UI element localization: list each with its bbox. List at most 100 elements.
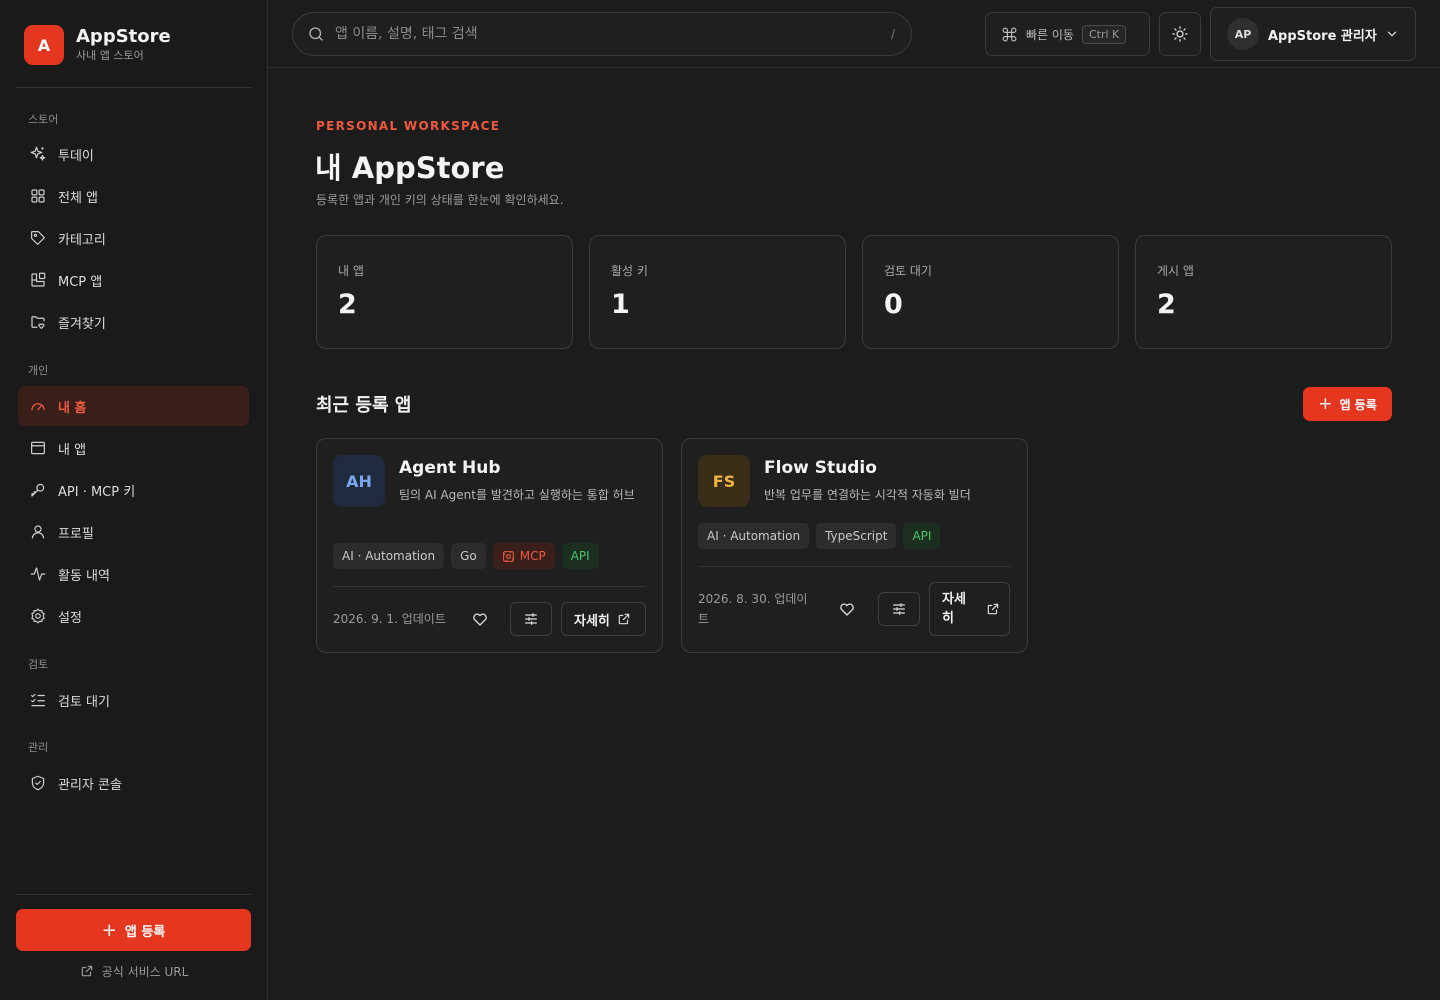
favorite-heart-icon[interactable] bbox=[838, 600, 856, 618]
brand-name: AppStore bbox=[76, 26, 171, 47]
official-service-link-label: 공식 서비스 URL bbox=[101, 964, 189, 979]
stat-label: 게시 앱 bbox=[1157, 264, 1194, 278]
sidebar-item-review-pending[interactable]: 검토 대기 bbox=[18, 680, 249, 720]
recent-apps-title: 최근 등록 앱 bbox=[316, 395, 412, 416]
app-detail-button[interactable]: 자세히 bbox=[561, 602, 646, 636]
quick-nav-button[interactable]: 빠른 이동 Ctrl K bbox=[985, 12, 1150, 56]
sidebar-item-today[interactable]: 투데이 bbox=[18, 134, 249, 174]
app-icon: AH bbox=[333, 455, 385, 507]
tag[interactable]: Go bbox=[451, 543, 486, 569]
sidebar-item-label: 내 홈 bbox=[58, 400, 87, 416]
sidebar-register-app-button[interactable]: + 앱 등록 bbox=[16, 909, 251, 951]
register-app-label: 앱 등록 bbox=[1339, 397, 1377, 412]
page-description: 등록한 앱과 개인 키의 상태를 한눈에 확인하세요. bbox=[316, 193, 564, 207]
stat-label: 검토 대기 bbox=[884, 264, 932, 278]
app-detail-button[interactable]: 자세히 bbox=[929, 582, 1010, 636]
app-settings-button[interactable] bbox=[510, 602, 552, 636]
stat-value: 0 bbox=[884, 289, 903, 320]
register-app-button[interactable]: + 앱 등록 bbox=[1303, 387, 1392, 421]
official-service-link[interactable]: 공식 서비스 URL bbox=[0, 962, 268, 980]
quick-nav-label: 빠른 이동 bbox=[1026, 27, 1074, 42]
stat-card-active-keys: 활성 키 1 bbox=[589, 235, 846, 349]
tag[interactable]: AI · Automation bbox=[698, 523, 810, 549]
sidebar-register-app-label: 앱 등록 bbox=[124, 924, 166, 940]
sidebar-item-label: 관리자 콘솔 bbox=[58, 777, 122, 793]
sidebar-item-my-home[interactable]: 내 홈 bbox=[18, 386, 249, 426]
page-eyebrow: PERSONAL WORKSPACE bbox=[316, 119, 501, 133]
app-name[interactable]: Agent Hub bbox=[399, 458, 501, 478]
section-label-personal: 개인 bbox=[28, 364, 49, 377]
search-input[interactable] bbox=[335, 26, 891, 42]
stat-card-review-pending: 검토 대기 0 bbox=[862, 235, 1119, 349]
stat-value: 1 bbox=[611, 289, 630, 320]
sidebar-item-label: 전체 앱 bbox=[58, 190, 99, 206]
shield-icon bbox=[29, 774, 47, 792]
brand-logo: A bbox=[24, 25, 64, 65]
app-card-flow-studio[interactable]: FS Flow Studio 반복 업무를 연결하는 시각적 자동화 빌더 AI… bbox=[681, 438, 1028, 653]
sidebar-item-api-keys[interactable]: API · MCP 키 bbox=[18, 470, 249, 510]
app-card-agent-hub[interactable]: AH Agent Hub 팀의 AI Agent를 발견하고 실행하는 통합 허… bbox=[316, 438, 663, 653]
app-description: 반복 업무를 연결하는 시각적 자동화 빌더 bbox=[764, 488, 971, 502]
section-label-review: 검토 bbox=[28, 658, 49, 671]
command-icon bbox=[1001, 26, 1018, 43]
sidebar-item-label: 투데이 bbox=[58, 148, 94, 164]
sidebar-item-label: 프로필 bbox=[58, 526, 94, 542]
tag-api[interactable]: API bbox=[903, 523, 941, 549]
stat-card-published-apps: 게시 앱 2 bbox=[1135, 235, 1392, 349]
sidebar-item-settings[interactable]: 설정 bbox=[18, 596, 249, 636]
sidebar-item-my-apps[interactable]: 내 앱 bbox=[18, 428, 249, 468]
page-title: 내 AppStore bbox=[315, 151, 505, 185]
tag-api[interactable]: API bbox=[561, 543, 599, 569]
sidebar-item-favorites[interactable]: 즐겨찾기 bbox=[18, 302, 249, 342]
topbar: / 빠른 이동 Ctrl K AP AppStore 관리자 bbox=[268, 0, 1440, 68]
tag[interactable]: TypeScript bbox=[816, 523, 897, 549]
app-tags: AI · Automation Go MCP API bbox=[333, 543, 606, 569]
folder-heart-icon bbox=[29, 313, 47, 331]
sidebar-item-activity[interactable]: 활동 내역 bbox=[18, 554, 249, 594]
sidebar-item-mcp-apps[interactable]: MCP 앱 bbox=[18, 260, 249, 300]
tag[interactable]: AI · Automation bbox=[333, 543, 445, 569]
sparkles-icon bbox=[29, 145, 47, 163]
sidebar-item-profile[interactable]: 프로필 bbox=[18, 512, 249, 552]
sidebar-item-label: 카테고리 bbox=[58, 232, 106, 248]
plus-icon: + bbox=[101, 919, 117, 941]
mcp-icon bbox=[502, 550, 515, 563]
sidebar-item-all-apps[interactable]: 전체 앱 bbox=[18, 176, 249, 216]
search-icon bbox=[307, 25, 325, 43]
tag-mcp[interactable]: MCP bbox=[492, 543, 555, 569]
favorite-heart-icon[interactable] bbox=[471, 610, 489, 628]
list-checks-icon bbox=[29, 691, 47, 709]
brand[interactable]: A AppStore 사내 앱 스토어 bbox=[24, 25, 171, 65]
gear-icon bbox=[29, 607, 47, 625]
user-icon bbox=[29, 523, 47, 541]
card-divider bbox=[333, 586, 646, 587]
search-bar[interactable]: / bbox=[292, 12, 912, 56]
main-content: PERSONAL WORKSPACE 내 AppStore 등록한 앱과 개인 … bbox=[268, 68, 1440, 1000]
sidebar-divider bbox=[16, 87, 251, 88]
sidebar-item-admin-console[interactable]: 관리자 콘솔 bbox=[18, 763, 249, 803]
app-description: 팀의 AI Agent를 발견하고 실행하는 통합 허브 bbox=[399, 488, 635, 502]
sidebar-item-label: 내 앱 bbox=[58, 442, 87, 458]
theme-toggle-button[interactable] bbox=[1159, 12, 1201, 56]
sidebar-item-label: API · MCP 키 bbox=[58, 484, 136, 500]
card-divider bbox=[698, 566, 1011, 567]
stat-card-my-apps: 내 앱 2 bbox=[316, 235, 573, 349]
app-settings-button[interactable] bbox=[878, 592, 920, 626]
app-name[interactable]: Flow Studio bbox=[764, 458, 877, 478]
app-tags: AI · Automation TypeScript API bbox=[698, 523, 947, 549]
stat-label: 내 앱 bbox=[338, 264, 364, 278]
account-menu-button[interactable]: AP AppStore 관리자 bbox=[1210, 7, 1416, 61]
sidebar-item-category[interactable]: 카테고리 bbox=[18, 218, 249, 258]
blocks-icon bbox=[29, 271, 47, 289]
gauge-icon bbox=[29, 397, 47, 415]
plus-icon: + bbox=[1318, 394, 1333, 414]
quick-nav-shortcut: Ctrl K bbox=[1081, 24, 1127, 44]
section-label-admin: 관리 bbox=[28, 741, 49, 754]
sliders-icon bbox=[891, 601, 907, 617]
sidebar-item-label: 즐겨찾기 bbox=[58, 316, 106, 332]
avatar: AP bbox=[1227, 18, 1259, 50]
external-link-icon bbox=[80, 964, 94, 978]
chevron-down-icon bbox=[1385, 27, 1399, 41]
detail-label: 자세히 bbox=[574, 613, 610, 629]
tag-label: MCP bbox=[519, 549, 546, 563]
